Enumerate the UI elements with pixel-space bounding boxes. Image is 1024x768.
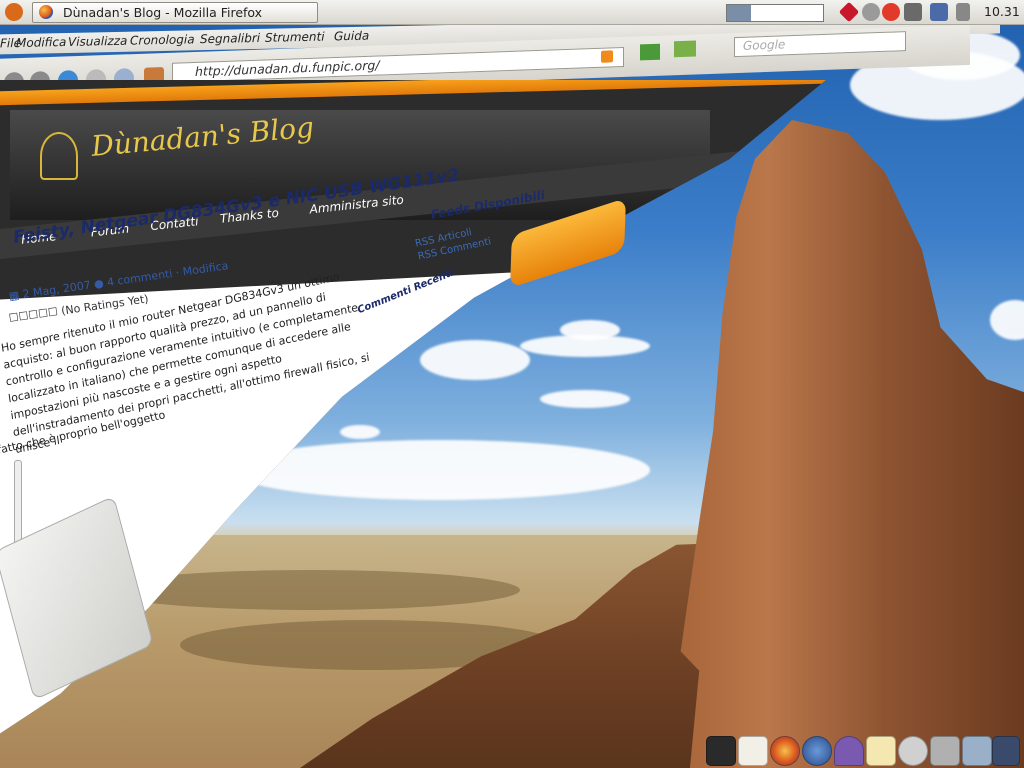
applet-icon[interactable] (904, 3, 922, 21)
browser-window: File Modifica Visualizza Cronologia Segn… (0, 13, 1024, 742)
window-list-button[interactable]: Dùnadan's Blog - Mozilla Firefox (32, 2, 318, 23)
workspace-switcher[interactable] (726, 4, 824, 22)
firefox-icon[interactable] (770, 736, 800, 766)
bookmark-icon[interactable] (674, 40, 696, 58)
window-title: Dùnadan's Blog - Mozilla Firefox (63, 5, 263, 20)
text-editor-icon[interactable] (738, 736, 768, 766)
url-bar[interactable]: http://dunadan.du.funpic.org/ (172, 46, 624, 83)
network-icon[interactable] (992, 736, 1020, 766)
settings-icon[interactable] (962, 736, 992, 766)
menu-guida[interactable]: Guida (334, 29, 369, 44)
media-icon[interactable] (898, 736, 928, 766)
menu-modifica[interactable]: Modifica (16, 35, 66, 50)
top-panel: Dùnadan's Blog - Mozilla Firefox 10.31 (0, 0, 1024, 25)
volume-icon[interactable] (956, 3, 970, 21)
search-placeholder: Google (743, 37, 786, 53)
rss-icon[interactable] (601, 50, 613, 63)
clock[interactable]: 10.31 (984, 4, 1020, 19)
menu-segnalibri[interactable]: Segnalibri (200, 31, 260, 46)
update-icon[interactable] (862, 3, 880, 21)
ruby-icon[interactable] (838, 1, 860, 23)
blog-title[interactable]: Dùnadan's Blog (90, 111, 315, 163)
thunderbird-icon[interactable] (802, 736, 832, 766)
dock (700, 734, 1024, 768)
network-icon[interactable] (930, 3, 948, 21)
pidgin-icon[interactable] (834, 736, 864, 766)
menu-visualizza[interactable]: Visualizza (68, 34, 127, 49)
url-text: http://dunadan.du.funpic.org/ (195, 57, 380, 79)
terminal-icon[interactable] (706, 736, 736, 766)
file-manager-icon[interactable] (930, 736, 960, 766)
search-box[interactable]: Google (734, 31, 906, 58)
blog-logo-icon (40, 132, 78, 180)
firefox-icon (39, 5, 53, 19)
menu-cronologia[interactable]: Cronologia (130, 32, 195, 47)
workspace-1[interactable] (727, 5, 751, 21)
menu-strumenti[interactable]: Strumenti (265, 30, 325, 45)
ubuntu-menu-icon[interactable] (5, 3, 23, 21)
stop-icon[interactable] (882, 3, 900, 21)
go-icon[interactable] (640, 43, 660, 61)
notes-icon[interactable] (866, 736, 896, 766)
